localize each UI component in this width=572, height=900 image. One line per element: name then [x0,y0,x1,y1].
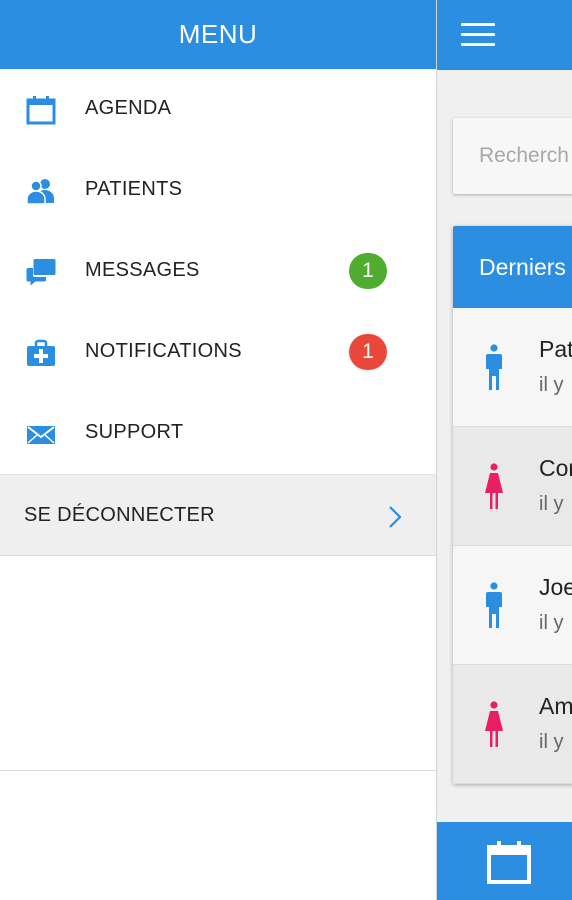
recent-patients-card: Derniers Pat il y Cor il y Joe il y [453,226,572,784]
mail-icon [27,426,55,444]
drawer-title: MENU [0,0,436,69]
patient-name: Cor [539,455,572,481]
patient-time: il y [539,731,564,753]
female-person-icon [485,463,503,509]
notifications-count-badge: 1 [349,334,387,370]
menu-item-messages[interactable]: MESSAGES 1 [0,231,436,312]
menu-item-label: AGENDA [85,97,172,119]
calendar-icon[interactable] [486,839,532,885]
patient-name: Joe [539,574,572,600]
chat-icon [26,259,56,286]
calendar-icon [26,96,56,125]
menu-item-notifications[interactable]: NOTIFICATIONS 1 [0,312,436,393]
patient-row[interactable]: Am il y [453,665,572,784]
male-person-icon [486,582,502,628]
patient-row[interactable]: Pat il y [453,308,572,427]
drawer-divider [0,770,436,771]
main-screen: Derniers Pat il y Cor il y Joe il y [437,0,572,900]
search-box[interactable] [453,118,572,194]
patient-row[interactable]: Joe il y [453,546,572,665]
search-input[interactable] [479,144,572,168]
logout-button[interactable]: SE DÉCONNECTER [0,474,436,556]
recent-patients-title: Derniers [453,226,572,308]
menu-item-label: NOTIFICATIONS [85,340,242,362]
users-icon [26,179,54,205]
hamburger-icon[interactable] [461,23,495,47]
patient-name: Am [539,693,572,719]
menu-item-label: PATIENTS [85,178,183,200]
patient-time: il y [539,612,564,634]
patient-name: Pat [539,336,572,362]
male-person-icon [486,344,502,390]
medical-kit-icon [27,339,55,366]
menu-item-label: SUPPORT [85,421,184,443]
patient-time: il y [539,493,564,515]
female-person-icon [485,701,503,747]
main-top-bar [437,0,572,70]
patient-time: il y [539,374,564,396]
logout-label: SE DÉCONNECTER [24,504,215,526]
menu-item-agenda[interactable]: AGENDA [0,69,436,150]
menu-item-support[interactable]: SUPPORT [0,393,436,474]
patient-row[interactable]: Cor il y [453,427,572,546]
messages-count-badge: 1 [349,253,387,289]
menu-item-label: MESSAGES [85,259,200,281]
navigation-drawer: MENU AGENDA PATIENTS MESSAGES 1 NOTIFICA… [0,0,437,900]
menu-item-patients[interactable]: PATIENTS [0,150,436,231]
main-bottom-bar [437,822,572,900]
chevron-right-icon [389,506,402,528]
